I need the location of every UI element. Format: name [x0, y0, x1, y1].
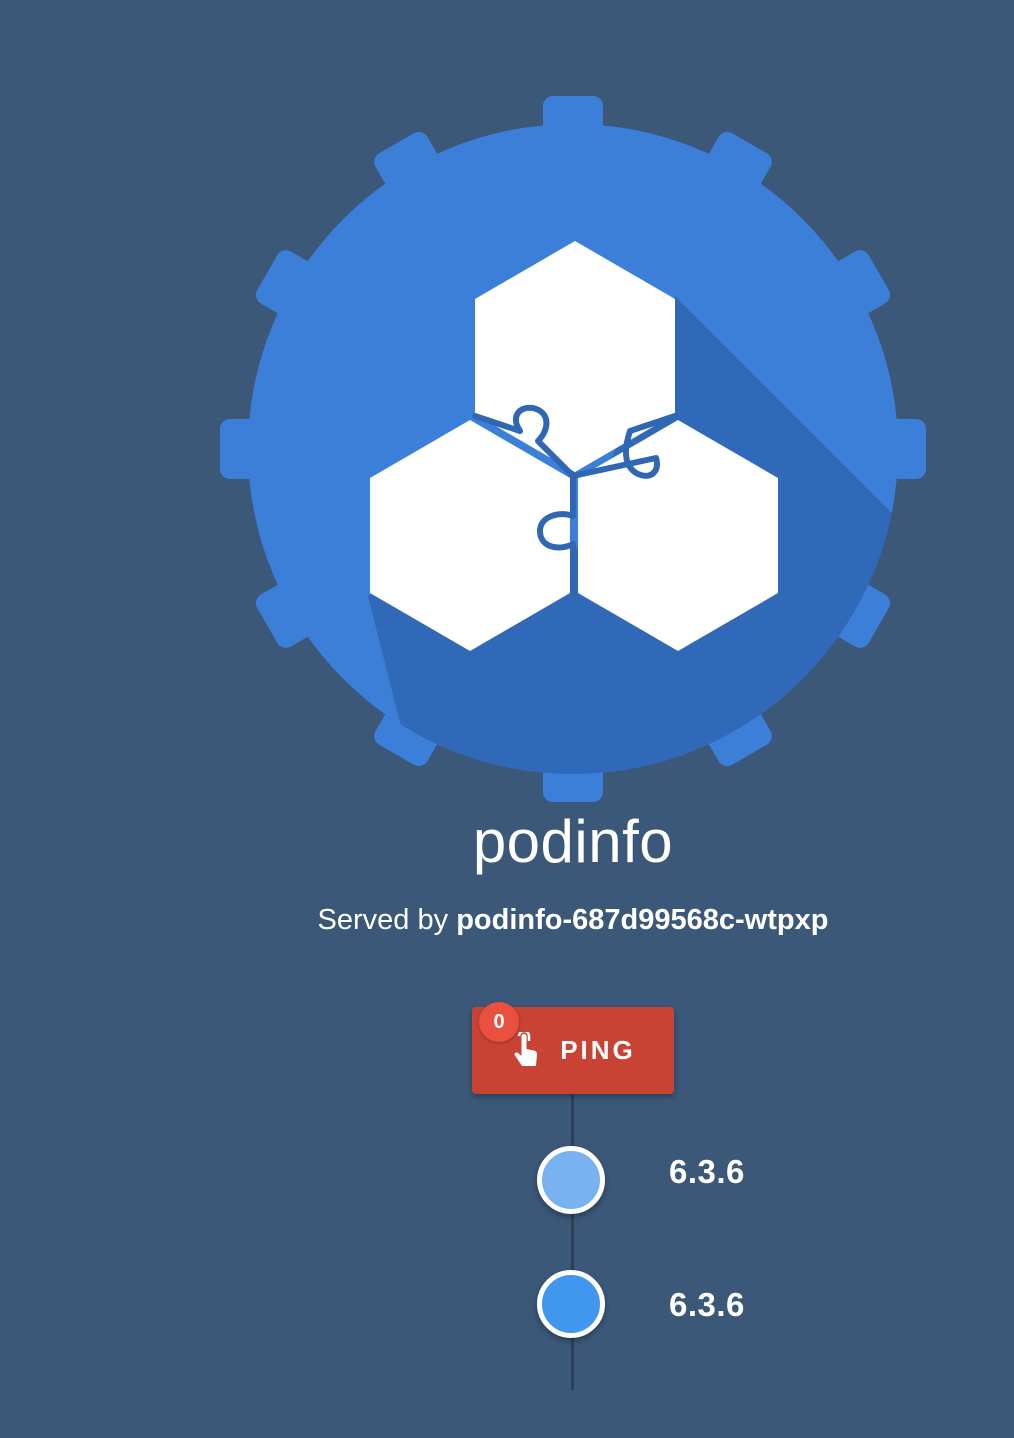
podinfo-logo	[220, 96, 926, 802]
version-dot	[537, 1146, 605, 1214]
gear-icon	[220, 96, 926, 802]
timeline-line	[571, 1094, 574, 1390]
version-label: 6.3.6	[669, 1286, 745, 1323]
served-by-label: Served by	[317, 904, 449, 936]
ping-count-badge: 0	[479, 1002, 519, 1042]
pod-name: podinfo-687d99568c-wtpxp	[456, 904, 829, 936]
served-by-text: Served by podinfo-687d99568c-wtpxp	[0, 898, 1014, 942]
ping-label: PING	[560, 1035, 636, 1065]
version-dot	[537, 1270, 605, 1338]
touch-app-icon	[510, 1031, 540, 1070]
version-label: 6.3.6	[669, 1153, 745, 1190]
app-title: podinfo	[472, 808, 674, 875]
